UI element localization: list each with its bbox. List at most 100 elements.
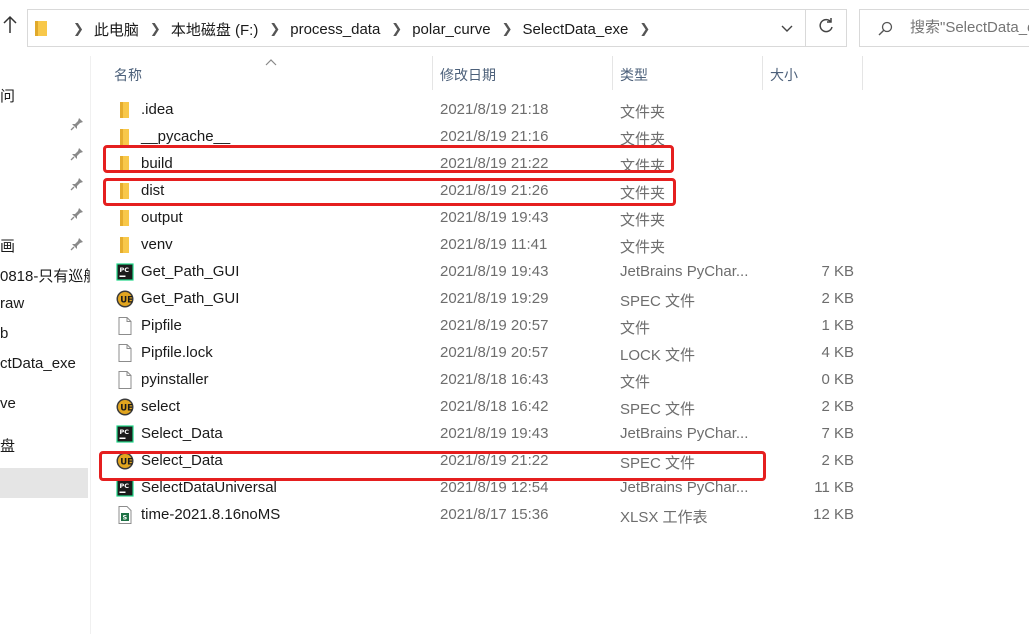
file-row[interactable]: .idea 2021/8/19 21:18 文件夹 [106, 97, 866, 124]
svg-text:PC: PC [120, 266, 130, 274]
file-size: 0 KB [821, 371, 854, 388]
pycharm-icon: PC [116, 262, 134, 282]
svg-text:S: S [123, 514, 128, 522]
folder-icon [116, 127, 134, 147]
file-type: JetBrains PyChar... [620, 263, 749, 280]
chevron-right-icon[interactable]: ❯ [150, 22, 161, 37]
breadcrumb-item[interactable]: 此电脑 [94, 19, 139, 40]
pin-icon[interactable] [70, 177, 84, 191]
file-row[interactable]: output 2021/8/19 19:43 文件夹 [106, 205, 866, 232]
file-size: 12 KB [813, 506, 854, 523]
file-row[interactable]: UE Get_Path_GUI 2021/8/19 19:29 SPEC 文件 2 KB [106, 286, 866, 313]
search-input[interactable] [910, 19, 1029, 36]
nav-item[interactable]: ve [0, 392, 90, 418]
column-divider[interactable] [762, 56, 763, 90]
nav-item[interactable]: ctData_exe [0, 352, 90, 378]
file-date: 2021/8/18 16:43 [440, 371, 549, 388]
search-icon [877, 21, 893, 37]
file-type: 文件 [620, 320, 651, 337]
file-name: output [141, 209, 183, 226]
file-row[interactable]: UE select 2021/8/18 16:42 SPEC 文件 2 KB [106, 394, 866, 421]
svg-text:PC: PC [120, 428, 130, 436]
breadcrumb-item[interactable]: process_data [290, 21, 380, 38]
nav-item[interactable] [0, 202, 90, 228]
file-row[interactable]: PC Select_Data 2021/8/19 19:43 JetBrains Py… [106, 421, 866, 448]
column-header-type[interactable]: 类型 [620, 65, 648, 85]
breadcrumb-item[interactable]: 本地磁盘 (F:) [171, 19, 259, 40]
blank-file-icon [116, 343, 134, 363]
file-date: 2021/8/19 19:29 [440, 290, 549, 307]
file-date: 2021/8/17 15:36 [440, 506, 549, 523]
nav-item-label: 问 [0, 88, 16, 105]
file-name: Get_Path_GUI [141, 263, 240, 280]
file-type: 文件夹 [620, 104, 666, 121]
search-box[interactable] [859, 9, 1029, 47]
file-type: 文件夹 [620, 212, 666, 229]
column-header-size[interactable]: 大小 [770, 65, 798, 85]
highlight-box [99, 451, 766, 481]
chevron-right-icon[interactable]: ❯ [391, 22, 402, 37]
column-divider[interactable] [612, 56, 613, 90]
nav-item-selected[interactable] [0, 468, 88, 498]
nav-item[interactable]: 问 [0, 82, 90, 108]
nav-item[interactable] [0, 142, 90, 168]
file-row[interactable]: Pipfile 2021/8/19 20:57 文件 1 KB [106, 313, 866, 340]
breadcrumb-item[interactable]: SelectData_exe [523, 21, 629, 38]
nav-item[interactable]: 0818-只有巡航 [0, 262, 90, 288]
chevron-right-icon[interactable]: ❯ [502, 22, 513, 37]
file-type: SPEC 文件 [620, 401, 696, 418]
pin-icon[interactable] [70, 207, 84, 221]
folder-icon [116, 100, 134, 120]
column-header-name[interactable]: 名称 [114, 65, 142, 85]
pin-icon[interactable] [70, 147, 84, 161]
file-name: .idea [141, 101, 174, 118]
file-row[interactable]: pyinstaller 2021/8/18 16:43 文件 0 KB [106, 367, 866, 394]
file-date: 2021/8/19 19:43 [440, 263, 549, 280]
file-date: 2021/8/19 20:57 [440, 344, 549, 361]
file-name: pyinstaller [141, 371, 209, 388]
folder-icon [116, 208, 134, 228]
file-type: LOCK 文件 [620, 347, 696, 364]
pane-divider[interactable] [90, 56, 91, 634]
refresh-button[interactable] [806, 9, 847, 47]
file-row[interactable]: venv 2021/8/19 11:41 文件夹 [106, 232, 866, 259]
file-date: 2021/8/19 11:41 [440, 236, 548, 253]
file-name: venv [141, 236, 173, 253]
chevron-right-icon[interactable]: ❯ [73, 22, 84, 37]
file-size: 2 KB [821, 452, 854, 469]
pin-icon[interactable] [70, 237, 84, 251]
file-row[interactable]: PC Get_Path_GUI 2021/8/19 19:43 JetBrains P… [106, 259, 866, 286]
nav-item[interactable] [0, 112, 90, 138]
nav-item[interactable] [0, 172, 90, 198]
folder-icon [35, 20, 47, 36]
chevron-right-icon[interactable]: ❯ [639, 22, 650, 37]
navigation-pane: 问 画 0818-只有巡航 raw b ctData_exe ve 盘 [0, 56, 90, 634]
nav-item[interactable]: 盘 [0, 432, 90, 458]
column-header-date[interactable]: 修改日期 [440, 65, 496, 85]
pin-icon[interactable] [70, 117, 84, 131]
nav-item[interactable]: b [0, 322, 90, 348]
nav-item-label: raw [0, 295, 25, 312]
file-date: 2021/8/19 19:43 [440, 209, 549, 226]
chevron-down-icon[interactable] [779, 20, 799, 38]
nav-item[interactable]: raw [0, 292, 90, 318]
file-type: 文件 [620, 374, 651, 391]
breadcrumb-item[interactable]: polar_curve [412, 21, 490, 38]
chevron-right-icon[interactable]: ❯ [269, 22, 280, 37]
nav-item[interactable]: 画 [0, 232, 90, 258]
file-row[interactable]: Pipfile.lock 2021/8/19 20:57 LOCK 文件 4 KB [106, 340, 866, 367]
pycharm-icon: PC [116, 424, 134, 444]
file-type: SPEC 文件 [620, 293, 696, 310]
column-divider[interactable] [862, 56, 863, 90]
nav-item-label: 盘 [0, 438, 16, 455]
address-bar[interactable]: ❯ 此电脑 ❯ 本地磁盘 (F:) ❯ process_data ❯ polar… [27, 9, 806, 47]
address-row: ❯ 此电脑 ❯ 本地磁盘 (F:) ❯ process_data ❯ polar… [0, 0, 1029, 56]
file-name: SelectDataUniversal [141, 479, 277, 496]
highlight-box [103, 178, 676, 206]
file-row[interactable]: Stime-2021.8.16noMS 2021/8/17 15:36 XLSX 工… [106, 502, 866, 529]
column-divider[interactable] [432, 56, 433, 90]
refresh-icon [817, 17, 835, 40]
ultraedit-icon: UE [116, 397, 134, 417]
up-arrow-icon[interactable] [2, 14, 22, 42]
breadcrumb: ❯ 此电脑 ❯ 本地磁盘 (F:) ❯ process_data ❯ polar… [62, 10, 660, 48]
